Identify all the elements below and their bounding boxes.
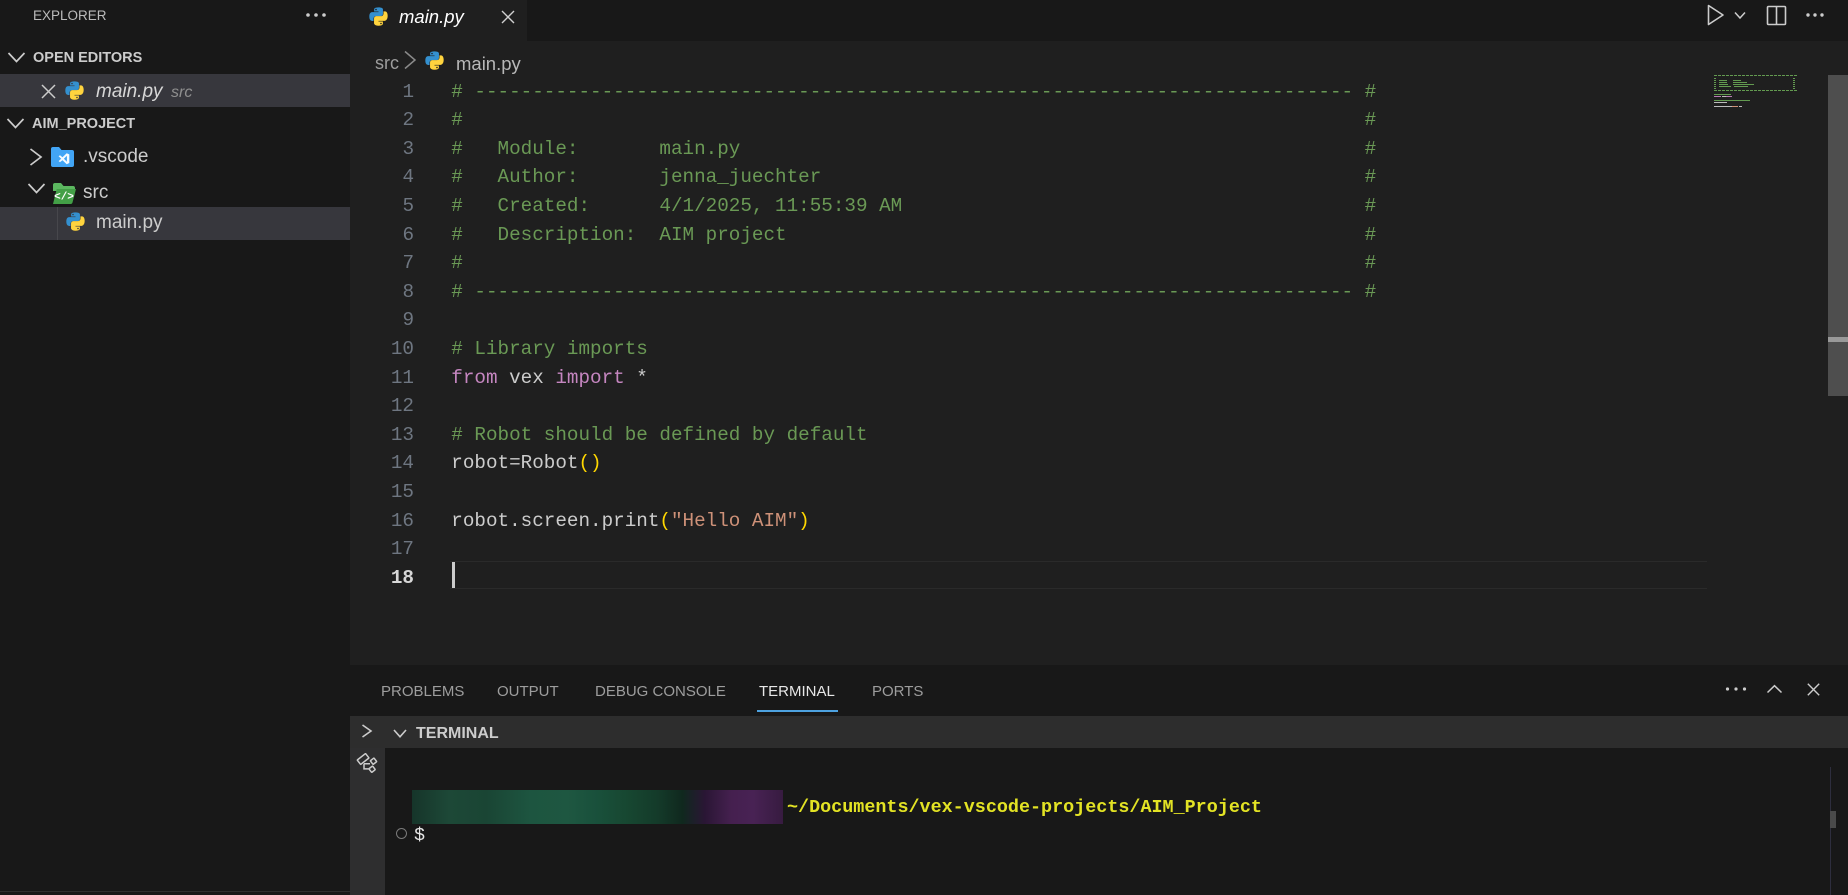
svg-text:</>: </>	[54, 192, 74, 204]
